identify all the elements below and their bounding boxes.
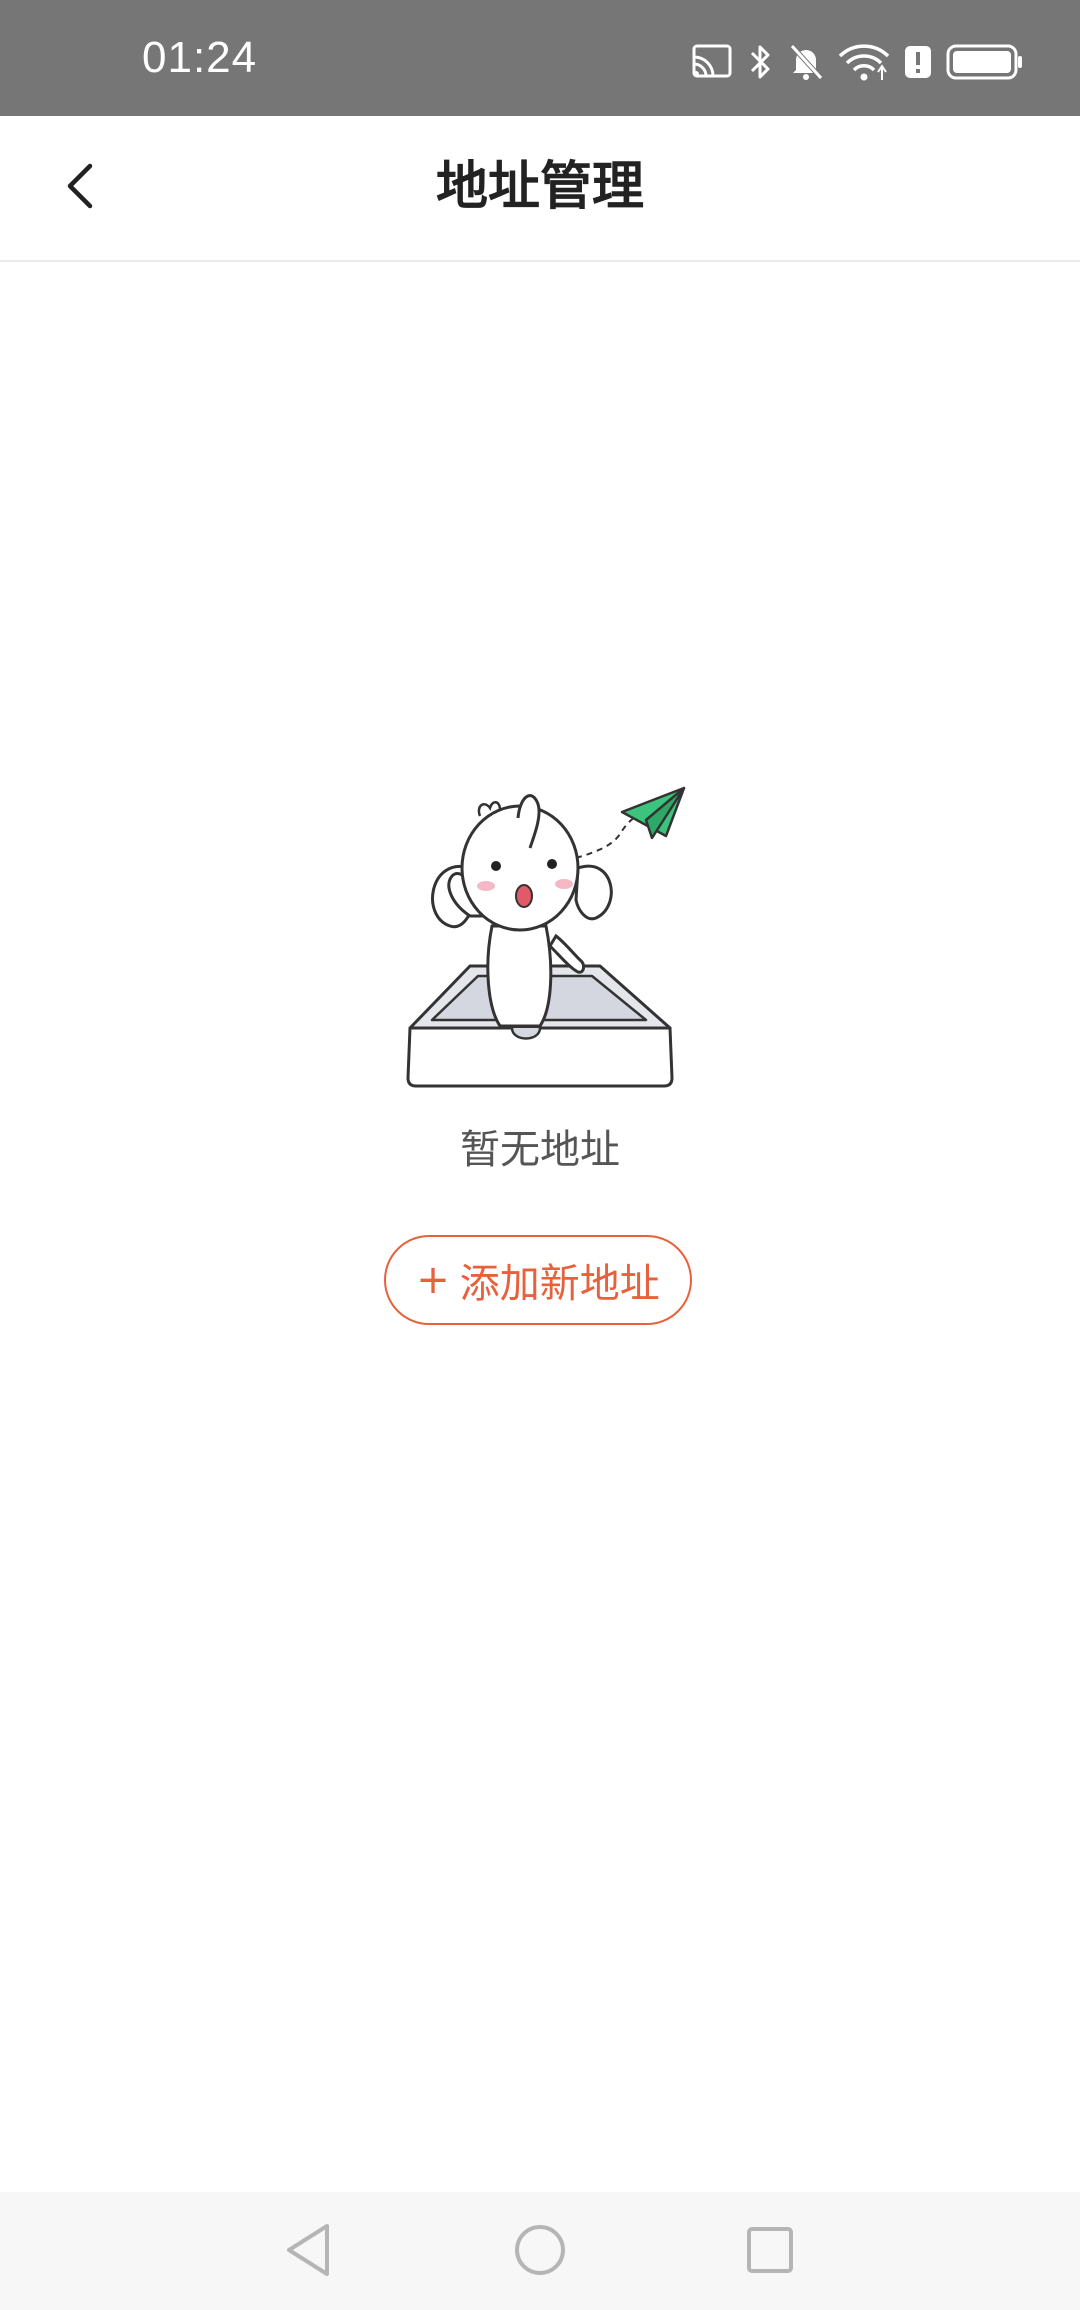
cast-icon <box>690 42 734 82</box>
plus-icon: + <box>416 1257 450 1303</box>
status-time: 01:24 <box>142 33 258 82</box>
bell-off-icon <box>788 42 824 82</box>
system-nav-bar <box>0 2192 1080 2310</box>
empty-state-message: 暂无地址 <box>460 1127 620 1173</box>
add-address-button[interactable]: + 添加新地址 <box>384 1235 692 1325</box>
empty-state-illustration <box>400 776 700 1094</box>
page-title: 地址管理 <box>435 157 644 217</box>
add-address-label: 添加新地址 <box>459 1261 660 1307</box>
status-bar: 01:24 <box>0 0 1080 116</box>
home-circle-icon <box>512 2222 568 2282</box>
status-icons <box>690 38 1024 86</box>
wifi-icon <box>838 42 890 82</box>
system-home-button[interactable] <box>508 2220 572 2284</box>
alert-icon <box>904 42 932 82</box>
system-back-button[interactable] <box>276 2220 340 2284</box>
system-recents-button[interactable] <box>738 2220 802 2284</box>
recents-square-icon <box>744 2224 796 2280</box>
bluetooth-icon <box>748 42 774 82</box>
back-triangle-icon <box>283 2222 333 2282</box>
header-bar: 地址管理 <box>0 116 1080 262</box>
battery-icon <box>946 42 1024 82</box>
